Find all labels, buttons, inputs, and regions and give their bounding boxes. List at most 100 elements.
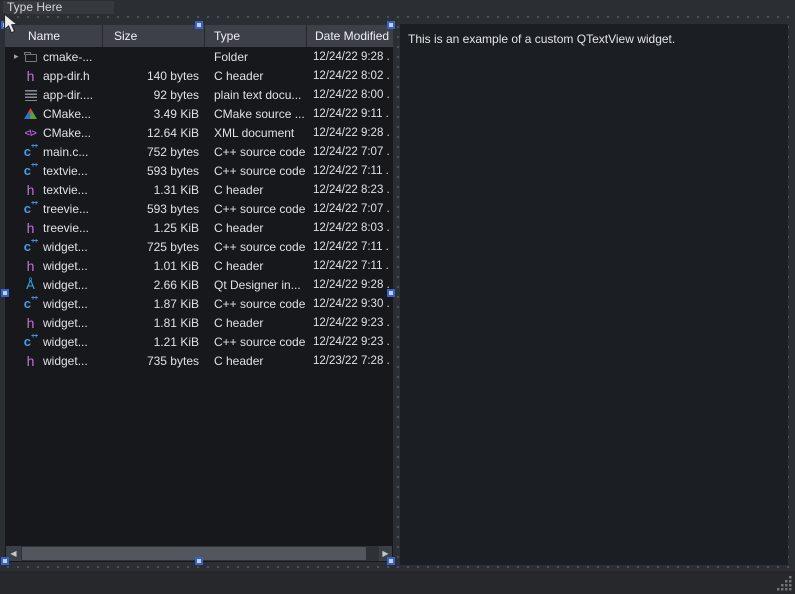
file-name: widget...	[43, 278, 88, 292]
resize-grip-icon[interactable]	[777, 575, 794, 593]
folder-icon	[22, 49, 39, 64]
file-type: C header	[205, 316, 307, 330]
file-type: Folder	[205, 50, 307, 64]
name-cell: widget...	[5, 296, 103, 311]
file-name: cmake-...	[43, 50, 92, 64]
mouse-cursor-icon	[3, 13, 21, 35]
name-cell: widget...	[5, 334, 103, 349]
name-cell: CMake...	[5, 125, 103, 140]
file-name: treevie...	[43, 202, 89, 216]
cpp-icon	[22, 201, 39, 216]
file-date-modified: 12/24/22 8:03 .	[307, 222, 393, 234]
table-row[interactable]: widget... 2.66 KiB Qt Designer in... 12/…	[5, 275, 393, 294]
table-row[interactable]: app-dir.... 92 bytes plain text docu... …	[5, 85, 393, 104]
column-header-size[interactable]: Size	[103, 25, 205, 47]
cmake-icon	[22, 106, 39, 121]
selection-handle-top-middle[interactable]	[195, 21, 203, 29]
cpp-icon	[22, 144, 39, 159]
file-size: 12.64 KiB	[103, 126, 205, 140]
file-name: widget...	[43, 316, 88, 330]
selection-handle-bottom-left[interactable]	[1, 557, 9, 565]
name-cell: ▸ cmake-...	[5, 47, 103, 66]
name-cell: widget...	[5, 315, 103, 330]
file-type: C header	[205, 354, 307, 368]
selection-handle-bottom-middle[interactable]	[195, 557, 203, 565]
table-row[interactable]: CMake... 12.64 KiB XML document 12/24/22…	[5, 123, 393, 142]
file-type: plain text docu...	[205, 88, 307, 102]
name-cell: widget...	[5, 277, 103, 292]
file-date-modified: 12/24/22 8:00 .	[307, 89, 393, 101]
file-date-modified: 12/24/22 8:23 .	[307, 184, 393, 196]
name-cell: app-dir.h	[5, 68, 103, 83]
expander-icon[interactable]: ▸	[5, 47, 22, 66]
selection-handle-bottom-right[interactable]	[387, 557, 395, 565]
file-type: C header	[205, 183, 307, 197]
table-row[interactable]: widget... 735 bytes C header 12/23/22 7:…	[5, 351, 393, 370]
table-row[interactable]: app-dir.h 140 bytes C header 12/24/22 8:…	[5, 66, 393, 85]
file-name: main.c...	[43, 145, 88, 159]
file-date-modified: 12/24/22 7:07 .	[307, 146, 393, 158]
name-cell: widget...	[5, 353, 103, 368]
menubar: Type Here	[0, 0, 795, 14]
table-row[interactable]: treevie... 593 bytes C++ source code 12/…	[5, 199, 393, 218]
cpp-icon	[22, 239, 39, 254]
file-size: 735 bytes	[103, 354, 205, 368]
selection-handle-middle-left[interactable]	[1, 289, 9, 297]
qtextview-text: This is an example of a custom QTextView…	[408, 32, 675, 46]
table-row[interactable]: main.c... 752 bytes C++ source code 12/2…	[5, 142, 393, 161]
scrollbar-thumb[interactable]	[22, 547, 366, 560]
file-type: C++ source code	[205, 240, 307, 254]
name-cell: main.c...	[5, 144, 103, 159]
file-size: 1.87 KiB	[103, 297, 205, 311]
file-date-modified: 12/24/22 9:23 .	[307, 336, 393, 348]
table-row[interactable]: textvie... 1.31 KiB C header 12/24/22 8:…	[5, 180, 393, 199]
file-date-modified: 12/24/22 7:07 .	[307, 203, 393, 215]
file-date-modified: 12/24/22 9:28 .	[307, 127, 393, 139]
file-size: 593 bytes	[103, 164, 205, 178]
file-type: C header	[205, 69, 307, 83]
file-name: app-dir....	[43, 88, 93, 102]
table-row[interactable]: widget... 725 bytes C++ source code 12/2…	[5, 237, 393, 256]
column-header-date-modified[interactable]: Date Modified	[307, 25, 393, 47]
c-header-icon	[22, 315, 39, 330]
name-cell: widget...	[5, 258, 103, 273]
file-date-modified: 12/24/22 7:11 .	[307, 260, 393, 272]
table-row[interactable]: widget... 1.87 KiB C++ source code 12/24…	[5, 294, 393, 313]
file-size: 92 bytes	[103, 88, 205, 102]
qtextview-widget[interactable]: This is an example of a custom QTextView…	[400, 24, 788, 565]
file-name: widget...	[43, 240, 88, 254]
file-date-modified: 12/24/22 9:11 .	[307, 108, 393, 120]
table-row[interactable]: textvie... 593 bytes C++ source code 12/…	[5, 161, 393, 180]
cpp-icon	[22, 334, 39, 349]
file-name: textvie...	[43, 164, 88, 178]
table-row[interactable]: treevie... 1.25 KiB C header 12/24/22 8:…	[5, 218, 393, 237]
table-row[interactable]: widget... 1.21 KiB C++ source code 12/24…	[5, 332, 393, 351]
file-name: widget...	[43, 335, 88, 349]
name-cell: CMake...	[5, 106, 103, 121]
name-cell: treevie...	[5, 220, 103, 235]
table-row[interactable]: CMake... 3.49 KiB CMake source ... 12/24…	[5, 104, 393, 123]
table-row[interactable]: widget... 1.81 KiB C header 12/24/22 9:2…	[5, 313, 393, 332]
table-row[interactable]: ▸ cmake-... Folder 12/24/22 9:28 .	[5, 47, 393, 66]
c-header-icon	[22, 258, 39, 273]
cpp-icon	[22, 163, 39, 178]
file-type: C++ source code	[205, 335, 307, 349]
table-row[interactable]: widget... 1.01 KiB C header 12/24/22 7:1…	[5, 256, 393, 275]
c-header-icon	[22, 220, 39, 235]
file-type: Qt Designer in...	[205, 278, 307, 292]
file-size: 1.31 KiB	[103, 183, 205, 197]
file-name: CMake...	[43, 107, 91, 121]
file-size: 1.21 KiB	[103, 335, 205, 349]
selection-handle-top-right[interactable]	[387, 21, 395, 29]
file-name: textvie...	[43, 183, 88, 197]
c-header-icon	[22, 353, 39, 368]
file-type: CMake source ...	[205, 107, 307, 121]
selection-handle-middle-right[interactable]	[387, 289, 395, 297]
file-name: widget...	[43, 259, 88, 273]
file-type: XML document	[205, 126, 307, 140]
file-size: 725 bytes	[103, 240, 205, 254]
file-type: C++ source code	[205, 202, 307, 216]
column-header-type[interactable]: Type	[205, 25, 307, 47]
file-size: 2.66 KiB	[103, 278, 205, 292]
file-date-modified: 12/24/22 9:28 .	[307, 51, 393, 63]
